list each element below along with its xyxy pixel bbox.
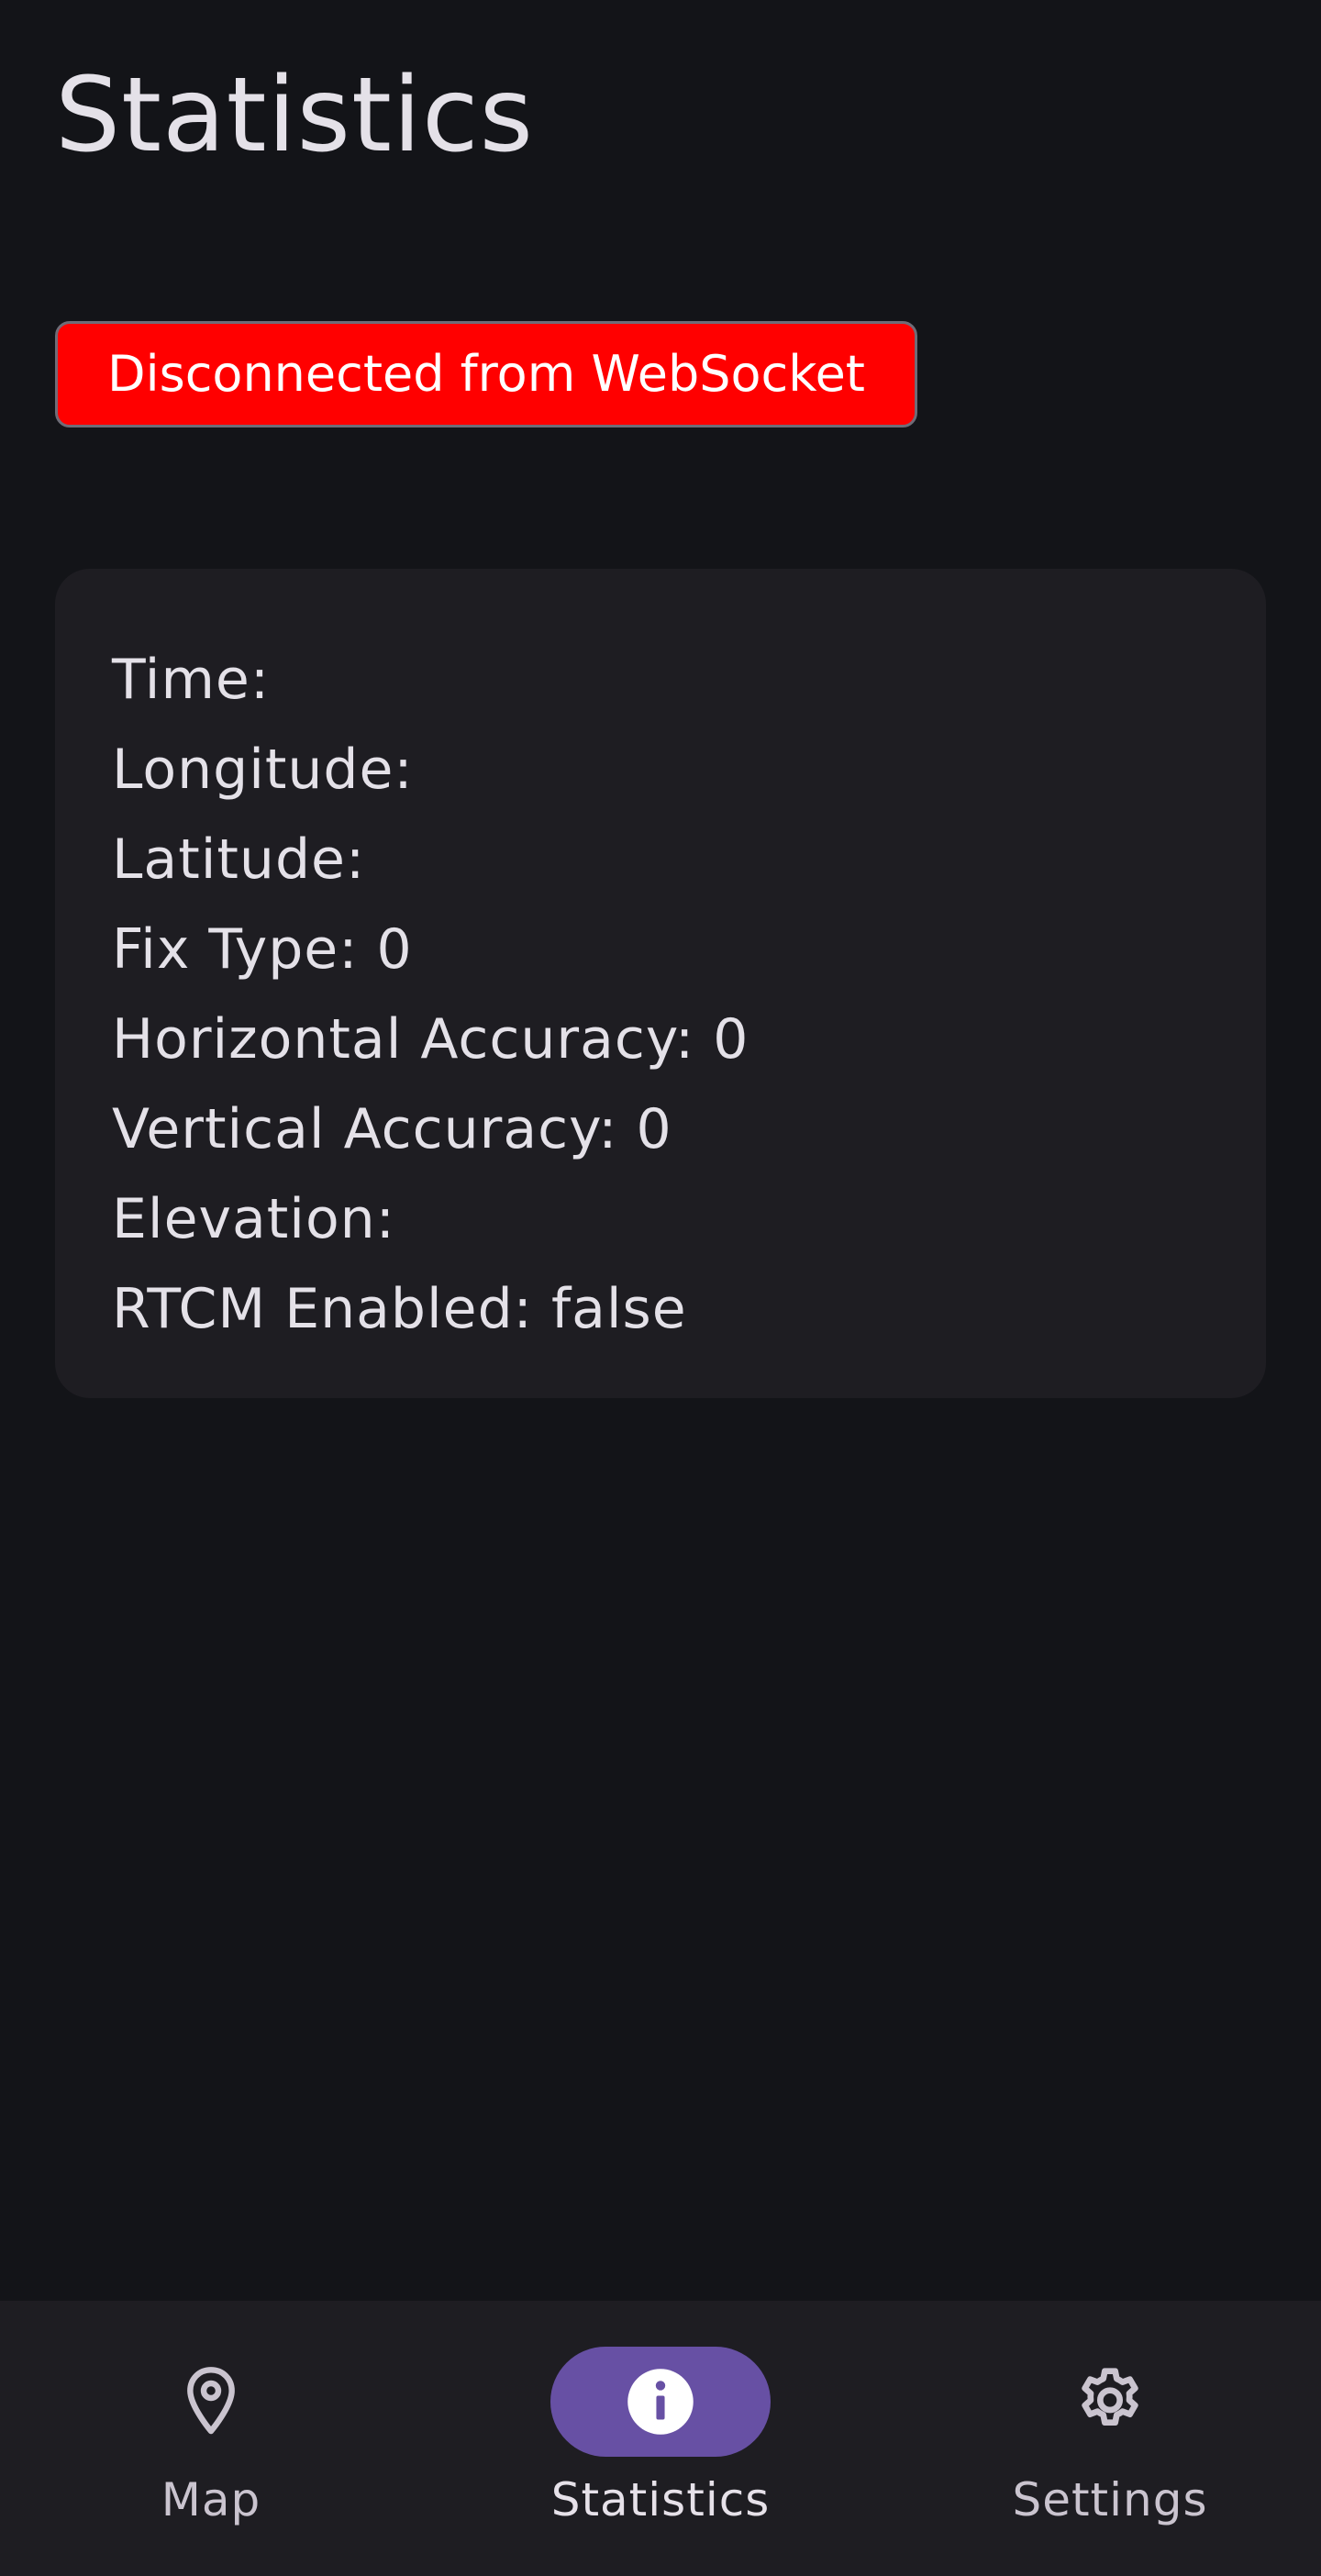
websocket-status-banner[interactable]: Disconnected from WebSocket xyxy=(55,321,917,427)
page-title: Statistics xyxy=(55,56,534,175)
stat-time: Time: xyxy=(112,635,1266,725)
info-icon xyxy=(625,2366,696,2437)
stat-label: Vertical Accuracy: xyxy=(112,1097,618,1161)
nav-indicator xyxy=(101,2347,321,2457)
stat-rtcm-enabled: RTCM Enabled: false xyxy=(112,1264,1266,1354)
stat-horizontal-accuracy: Horizontal Accuracy: 0 xyxy=(112,994,1266,1084)
nav-item-map[interactable]: Map xyxy=(73,2337,349,2539)
stat-value: 0 xyxy=(376,917,413,982)
nav-item-settings[interactable]: Settings xyxy=(972,2337,1248,2539)
bottom-navigation-bar: Map Statistics Settings xyxy=(0,2301,1321,2576)
stat-label: RTCM Enabled: xyxy=(112,1277,533,1341)
nav-label-map: Map xyxy=(161,2473,261,2526)
nav-indicator-active xyxy=(550,2347,771,2457)
stat-vertical-accuracy: Vertical Accuracy: 0 xyxy=(112,1084,1266,1174)
stat-value: 0 xyxy=(713,1007,749,1071)
stat-label: Fix Type: xyxy=(112,917,359,982)
stat-latitude: Latitude: xyxy=(112,815,1266,905)
stat-label: Time: xyxy=(112,648,271,712)
stat-label: Longitude: xyxy=(112,738,414,802)
stat-fix-type: Fix Type: 0 xyxy=(112,905,1266,994)
gear-icon xyxy=(1073,2365,1147,2438)
stat-label: Horizontal Accuracy: xyxy=(112,1007,695,1071)
stats-card: Time: Longitude: Latitude: Fix Type: 0 H… xyxy=(55,569,1266,1398)
nav-label-settings: Settings xyxy=(1012,2473,1208,2526)
stat-longitude: Longitude: xyxy=(112,725,1266,815)
stat-label: Latitude: xyxy=(112,827,366,892)
nav-item-statistics[interactable]: Statistics xyxy=(523,2337,798,2539)
stat-value: 0 xyxy=(636,1097,672,1161)
stat-label: Elevation: xyxy=(112,1187,395,1251)
stat-value: false xyxy=(550,1277,687,1341)
stat-elevation: Elevation: xyxy=(112,1174,1266,1264)
map-pin-icon xyxy=(182,2365,240,2438)
nav-label-statistics: Statistics xyxy=(550,2473,771,2526)
nav-indicator xyxy=(1000,2347,1220,2457)
